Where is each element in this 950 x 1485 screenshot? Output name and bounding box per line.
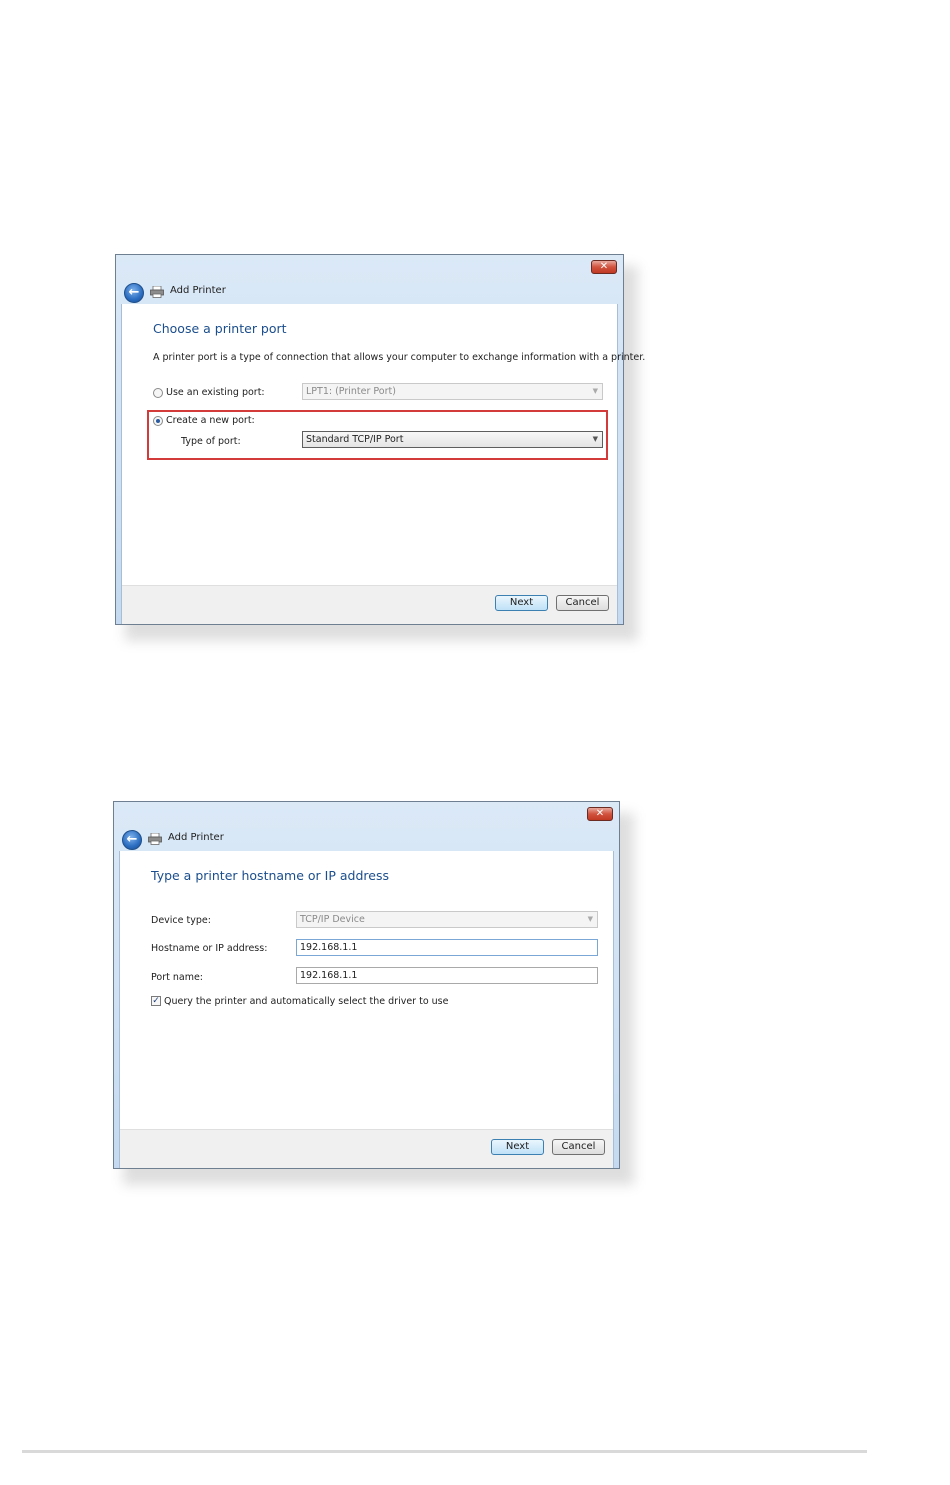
back-arrow-icon[interactable]: ←	[124, 283, 144, 303]
hostname-value: 192.168.1.1	[300, 942, 358, 953]
dialog-add-printer-hostname: ✕ ← Add Printer Type a printer hostname …	[113, 801, 634, 1185]
page-divider	[22, 1450, 867, 1453]
type-of-port-value: Standard TCP/IP Port	[306, 434, 404, 445]
dropdown-arrow-icon: ▼	[592, 387, 598, 395]
type-of-port-select[interactable]: Standard TCP/IP Port ▼	[302, 431, 603, 448]
device-type-label: Device type:	[151, 915, 211, 926]
close-button[interactable]: ✕	[587, 807, 613, 821]
close-icon: ✕	[599, 261, 609, 272]
content-area: Choose a printer port A printer port is …	[121, 304, 645, 624]
device-type-select: TCP/IP Device ▼	[296, 911, 598, 928]
next-button[interactable]: Next	[495, 595, 548, 611]
new-port-radio[interactable]	[153, 416, 163, 426]
dropdown-arrow-icon: ▼	[587, 915, 593, 923]
port-name-label: Port name:	[151, 972, 203, 983]
window-frame: ✕ ← Add Printer Choose a printer port A …	[115, 254, 645, 625]
close-icon: ✕	[595, 808, 605, 819]
dropdown-arrow-icon: ▼	[592, 435, 598, 443]
dialog-footer: Next Cancel	[122, 585, 617, 624]
checkmark-icon: ✓	[152, 996, 160, 1006]
type-of-port-label: Type of port:	[181, 436, 241, 447]
page-heading: Choose a printer port	[153, 321, 287, 336]
dialog-footer: Next Cancel	[120, 1129, 613, 1168]
window-title: Add Printer	[170, 285, 226, 296]
dialog-add-printer-port: ✕ ← Add Printer Choose a printer port A …	[115, 254, 645, 641]
existing-port-value: LPT1: (Printer Port)	[306, 386, 396, 397]
hostname-label: Hostname or IP address:	[151, 943, 268, 954]
existing-port-label[interactable]: Use an existing port:	[166, 387, 265, 398]
next-button[interactable]: Next	[491, 1139, 544, 1155]
description-text: A printer port is a type of connection t…	[153, 352, 646, 363]
existing-port-radio[interactable]	[153, 388, 163, 398]
port-name-value: 192.168.1.1	[300, 970, 358, 981]
window-title: Add Printer	[168, 832, 224, 843]
port-name-input[interactable]: 192.168.1.1	[296, 967, 598, 984]
new-port-label[interactable]: Create a new port:	[166, 415, 255, 426]
cancel-button[interactable]: Cancel	[552, 1139, 605, 1155]
content-area: Type a printer hostname or IP address De…	[119, 851, 614, 1168]
query-label[interactable]: Query the printer and automatically sele…	[164, 996, 448, 1007]
device-type-value: TCP/IP Device	[300, 914, 365, 925]
window-frame: ✕ ← Add Printer Type a printer hostname …	[113, 801, 620, 1169]
back-arrow-icon[interactable]: ←	[122, 830, 142, 850]
query-checkbox[interactable]: ✓	[151, 996, 161, 1006]
existing-port-select: LPT1: (Printer Port) ▼	[302, 383, 603, 400]
printer-icon	[148, 833, 162, 845]
cancel-button[interactable]: Cancel	[556, 595, 609, 611]
close-button[interactable]: ✕	[591, 260, 617, 274]
hostname-input[interactable]: 192.168.1.1	[296, 939, 598, 956]
page-heading: Type a printer hostname or IP address	[151, 868, 389, 883]
printer-icon	[150, 286, 164, 298]
